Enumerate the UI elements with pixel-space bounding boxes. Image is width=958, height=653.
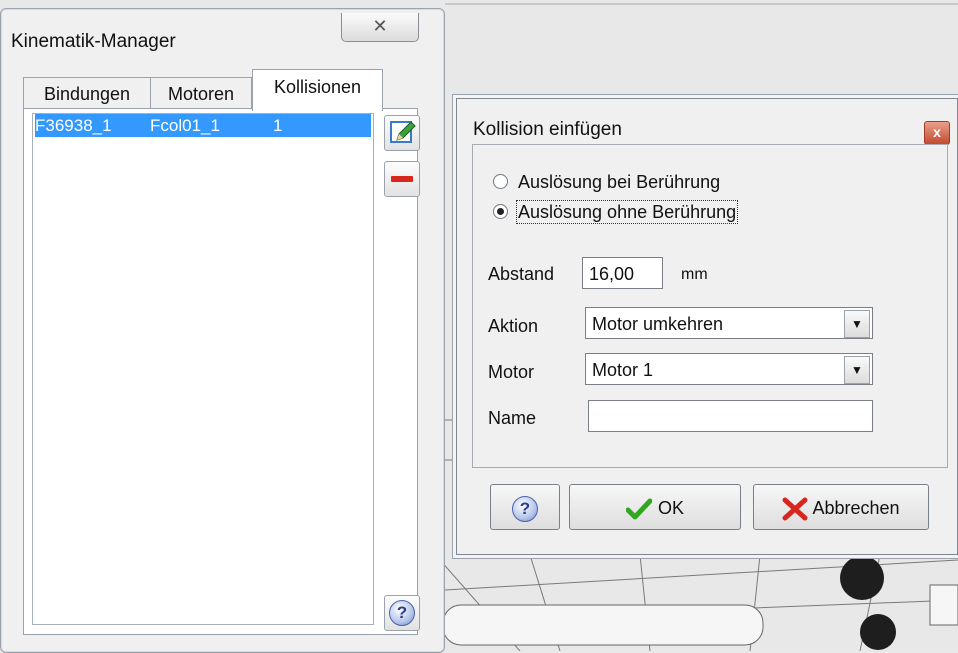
radio-touch-circle[interactable] (493, 173, 508, 189)
dialog-body: Auslösung bei Berührung Auslösung ohne B… (472, 144, 948, 468)
kollision-einfuegen-dialog: Kollision einfügen x Auslösung bei Berüh… (456, 98, 958, 555)
name-input[interactable] (588, 400, 873, 432)
radio-no-touch[interactable]: Auslösung ohne Berührung (493, 200, 739, 224)
ok-label: OK (657, 498, 684, 518)
radio-no-touch-circle[interactable] (493, 203, 508, 219)
checkmark-icon (625, 498, 653, 520)
list-item-col3: 1 (273, 116, 283, 135)
minus-icon (391, 176, 413, 182)
cancel-label: Abbrechen (812, 498, 900, 518)
edit-button[interactable] (384, 115, 420, 151)
chevron-down-icon[interactable]: ▼ (844, 356, 870, 384)
name-label: Name (488, 408, 537, 428)
help-icon: ? (389, 600, 415, 626)
close-icon: x (933, 124, 941, 140)
action-select-value: Motor umkehren (592, 314, 724, 334)
manager-client-area: Bindungen Motoren Kollisionen F36938_1 F… (19, 69, 426, 637)
kollisionen-panel: F36938_1 Fcol01_1 1 ? (23, 108, 420, 635)
tab-motoren[interactable]: Motoren (150, 77, 252, 110)
tab-bindungen[interactable]: Bindungen (23, 77, 151, 110)
dialog-title: Kollision einfügen (473, 119, 622, 140)
list-item-col2: Fcol01_1 (150, 116, 220, 135)
collision-list[interactable]: F36938_1 Fcol01_1 1 (32, 113, 374, 625)
list-item[interactable]: F36938_1 Fcol01_1 1 (35, 114, 371, 137)
close-button[interactable]: ✕ (341, 13, 419, 42)
ok-button[interactable]: OK (569, 484, 741, 530)
distance-label: Abstand (488, 264, 555, 284)
cancel-button[interactable]: Abbrechen (753, 484, 929, 530)
cancel-x-icon (782, 497, 808, 521)
pencil-icon (390, 121, 416, 143)
remove-button[interactable] (384, 161, 420, 197)
dialog-help-button[interactable]: ? (490, 484, 560, 530)
motor-select-value: Motor 1 (592, 360, 654, 380)
tab-kollisionen[interactable]: Kollisionen (252, 69, 383, 111)
chevron-down-icon[interactable]: ▼ (844, 310, 870, 338)
motor-label: Motor (488, 362, 535, 382)
help-icon: ? (512, 496, 538, 523)
list-item-col1: F36938_1 (35, 116, 112, 135)
radio-touch-label: Auslösung bei Berührung (518, 172, 721, 192)
help-button[interactable]: ? (384, 595, 420, 631)
radio-touch[interactable]: Auslösung bei Berührung (493, 170, 720, 194)
distance-input[interactable]: 16,00 (582, 257, 663, 289)
motor-select[interactable]: Motor 1 ▼ (585, 353, 873, 385)
action-select[interactable]: Motor umkehren ▼ (585, 307, 873, 339)
close-icon: ✕ (372, 16, 388, 36)
radio-no-touch-label: Auslösung ohne Berührung (515, 200, 739, 224)
kinematik-manager-window: Kinematik-Manager ✕ Bindungen Motoren Ko… (0, 8, 445, 653)
dialog-close-button[interactable]: x (924, 121, 950, 145)
action-label: Aktion (488, 316, 539, 336)
window-title: Kinematik-Manager (11, 31, 176, 52)
distance-unit: mm (681, 266, 708, 283)
